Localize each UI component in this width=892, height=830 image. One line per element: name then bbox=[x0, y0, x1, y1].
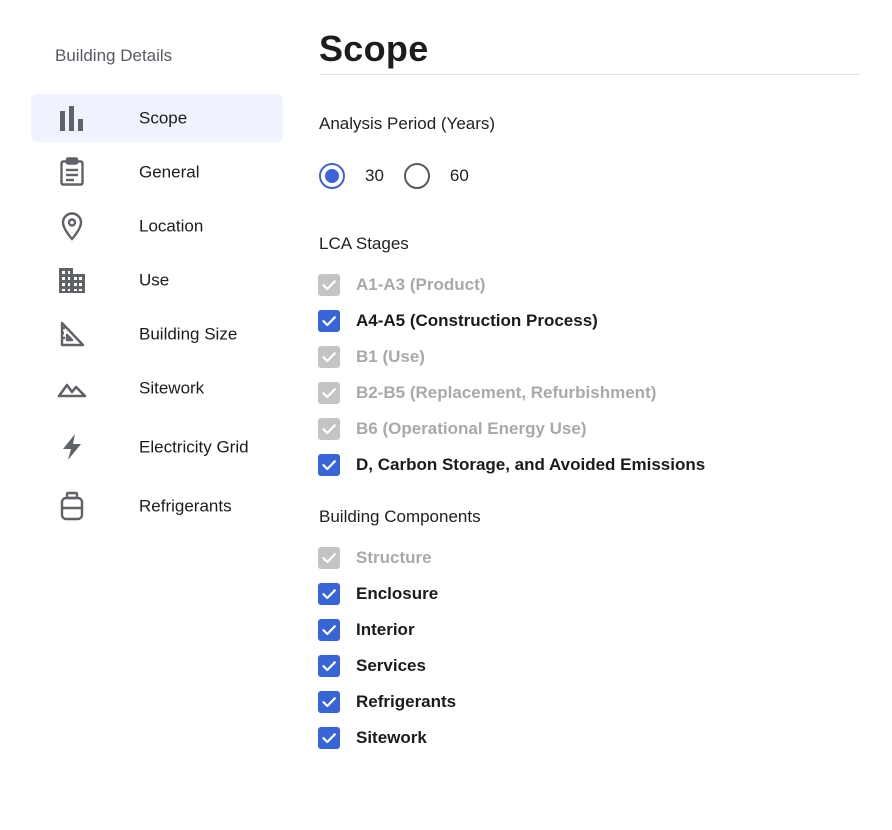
checkbox-label: B1 (Use) bbox=[356, 347, 425, 366]
location-pin-icon bbox=[55, 209, 89, 243]
refrigerant-tank-icon bbox=[55, 489, 89, 523]
radio-button-selected[interactable] bbox=[319, 163, 345, 189]
checkbox-label: Interior bbox=[356, 620, 415, 639]
analysis-period-label: Analysis Period (Years) bbox=[319, 114, 496, 133]
checkbox-label: Enclosure bbox=[356, 584, 439, 603]
radio-label: 60 bbox=[449, 166, 469, 185]
checkbox-label: Sitework bbox=[356, 728, 427, 747]
checkbox-checked[interactable] bbox=[318, 691, 340, 713]
checkbox-label: A1-A3 (Product) bbox=[356, 275, 486, 294]
checkbox-checked[interactable] bbox=[318, 454, 340, 476]
checkmark-icon bbox=[322, 424, 336, 435]
checkbox-checked[interactable] bbox=[318, 727, 340, 749]
checkmark-icon bbox=[322, 352, 336, 363]
checkbox-checked[interactable] bbox=[318, 583, 340, 605]
sidebar-item-label: Sitework bbox=[139, 378, 205, 398]
checkbox-label: D, Carbon Storage, and Avoided Emissions bbox=[356, 455, 706, 474]
sidebar-item-sitework[interactable]: Sitework bbox=[31, 364, 283, 412]
building-components-label: Building Components bbox=[319, 507, 481, 526]
checkmark-icon bbox=[322, 553, 336, 564]
sidebar-item-label: Refrigerants bbox=[139, 496, 232, 516]
checkmark-icon bbox=[322, 316, 336, 327]
sidebar-item-label: Electricity Grid bbox=[139, 437, 249, 457]
checkbox-label: Structure bbox=[356, 548, 432, 567]
sidebar-item-use[interactable]: Use bbox=[31, 256, 283, 304]
title-divider bbox=[319, 74, 859, 75]
sidebar-item-refrigerants[interactable]: Refrigerants bbox=[31, 482, 283, 530]
checkbox-item[interactable]: A4-A5 (Construction Process) bbox=[318, 303, 859, 339]
checkbox-disabled bbox=[318, 418, 340, 440]
sidebar-item-label: Use bbox=[139, 270, 170, 290]
checkbox-checked[interactable] bbox=[318, 655, 340, 677]
sidebar-item-electricity-grid[interactable]: Electricity Grid bbox=[31, 418, 283, 476]
sidebar-item-label: Building Size bbox=[139, 324, 238, 344]
terrain-icon bbox=[55, 371, 89, 405]
checkmark-icon bbox=[322, 697, 336, 708]
sidebar-item-label: General bbox=[139, 162, 200, 182]
checkbox-label: A4-A5 (Construction Process) bbox=[356, 311, 598, 330]
building-icon bbox=[55, 263, 89, 297]
checkmark-icon bbox=[322, 388, 336, 399]
sidebar-item-scope[interactable]: Scope bbox=[31, 94, 283, 142]
checkmark-icon bbox=[322, 661, 336, 672]
checkbox-disabled bbox=[318, 382, 340, 404]
checkbox-item: B1 (Use) bbox=[318, 339, 859, 375]
checkmark-icon bbox=[322, 280, 336, 291]
radio-60-years[interactable]: 60 bbox=[403, 163, 469, 189]
lightning-icon bbox=[55, 430, 89, 464]
sidebar-nav: Scope General Location Use Building Size bbox=[31, 94, 283, 536]
analysis-period-radio-group: 30 60 bbox=[319, 160, 489, 192]
checkbox-label: B6 (Operational Energy Use) bbox=[356, 419, 587, 438]
checkbox-item[interactable]: D, Carbon Storage, and Avoided Emissions bbox=[318, 447, 859, 483]
bar-chart-icon bbox=[55, 101, 89, 135]
radio-label: 30 bbox=[365, 166, 384, 185]
checkbox-label: Services bbox=[356, 656, 426, 675]
sidebar-item-location[interactable]: Location bbox=[31, 202, 283, 250]
lca-stages-label: LCA Stages bbox=[319, 234, 409, 253]
radio-button[interactable] bbox=[403, 163, 430, 189]
checkmark-icon bbox=[322, 625, 336, 636]
checkbox-disabled bbox=[318, 274, 340, 296]
checkbox-item[interactable]: Sitework bbox=[318, 720, 859, 756]
checkmark-icon bbox=[322, 589, 336, 600]
checkbox-item[interactable]: Interior bbox=[318, 612, 859, 648]
checkmark-icon bbox=[322, 733, 336, 744]
set-square-icon bbox=[55, 317, 89, 351]
building-components-list: Structure Enclosure Interior Services Refrig… bbox=[318, 540, 859, 756]
checkbox-label: B2-B5 (Replacement, Refurbishment) bbox=[356, 383, 657, 402]
checkbox-disabled bbox=[318, 346, 340, 368]
lca-stages-list: A1-A3 (Product) A4-A5 (Construction Proce… bbox=[318, 267, 859, 483]
sidebar-heading: Building Details bbox=[55, 46, 173, 65]
checkbox-item: A1-A3 (Product) bbox=[318, 267, 859, 303]
checkbox-disabled bbox=[318, 547, 340, 569]
page-title: Scope bbox=[319, 28, 429, 69]
sidebar-item-label: Scope bbox=[139, 108, 188, 128]
checkbox-item[interactable]: Enclosure bbox=[318, 576, 859, 612]
checkbox-checked[interactable] bbox=[318, 310, 340, 332]
checkbox-item: B2-B5 (Replacement, Refurbishment) bbox=[318, 375, 859, 411]
checkbox-item: Structure bbox=[318, 540, 859, 576]
checkmark-icon bbox=[322, 460, 336, 471]
sidebar-item-label: Location bbox=[139, 216, 204, 236]
checkbox-checked[interactable] bbox=[318, 619, 340, 641]
sidebar-item-building-size[interactable]: Building Size bbox=[31, 310, 283, 358]
sidebar-item-general[interactable]: General bbox=[31, 148, 283, 196]
checkbox-item[interactable]: Services bbox=[318, 648, 859, 684]
checkbox-item: B6 (Operational Energy Use) bbox=[318, 411, 859, 447]
checkbox-item[interactable]: Refrigerants bbox=[318, 684, 859, 720]
radio-30-years[interactable]: 30 bbox=[319, 163, 384, 189]
checkbox-label: Refrigerants bbox=[356, 692, 457, 711]
clipboard-icon bbox=[55, 155, 89, 189]
